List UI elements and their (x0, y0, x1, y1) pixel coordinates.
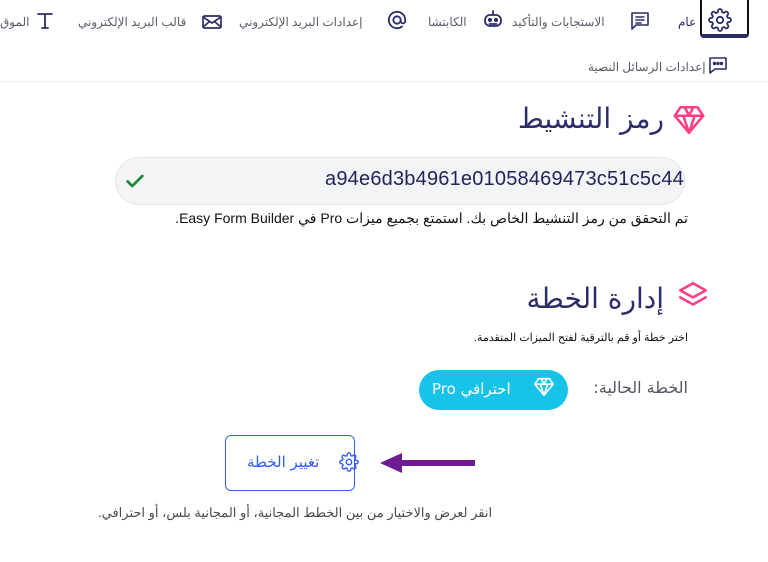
tabs-divider (0, 81, 768, 82)
gear-icon (339, 452, 359, 472)
change-plan-label[interactable]: تغيير الخطة (247, 453, 319, 471)
gear-icon (708, 8, 732, 32)
arrow-left-icon (380, 452, 475, 474)
current-plan-label: الخطة الحالية: (593, 378, 688, 397)
tab-email-template-label[interactable]: قالب البريد الإلكتروني (78, 15, 186, 29)
tab-captcha-label[interactable]: الكابتشا (428, 15, 467, 29)
tab-responses-label[interactable]: الاستجابات والتأكيد (512, 15, 605, 29)
tab-sms-settings-label[interactable]: إعدادات الرسائل النصية (588, 60, 706, 74)
current-plan-value: احترافي Pro (432, 380, 511, 398)
at-icon (385, 8, 409, 32)
check-icon (124, 170, 146, 192)
activation-note: تم التحقق من رمز التنشيط الخاص بك. استمت… (175, 210, 688, 226)
robot-icon (481, 8, 505, 32)
layers-icon (676, 279, 710, 313)
plan-title: إدارة الخطة (526, 282, 664, 315)
chat-dots-icon (706, 53, 730, 77)
message-square-icon (628, 9, 652, 33)
active-tab-indicator (700, 34, 749, 38)
diamond-icon (533, 376, 555, 398)
activation-title: رمز التنشيط (517, 102, 664, 135)
diamond-icon (672, 103, 706, 137)
tab-site-label[interactable]: الموق (0, 15, 29, 29)
text-icon (33, 9, 57, 33)
mail-icon (200, 10, 224, 34)
tab-general-label[interactable]: عام (678, 15, 696, 29)
plan-hint: اختر خطة أو قم بالترقية لفتح الميزات الم… (473, 332, 688, 344)
activation-code-value: a94e6d3b4961e01058469473c51c5c44 (325, 168, 684, 190)
tab-email-settings-label[interactable]: إعدادات البريد الإلكتروني (239, 15, 362, 29)
plan-footer-note: انقر لعرض والاختيار من بين الخطط المجاني… (98, 505, 493, 520)
